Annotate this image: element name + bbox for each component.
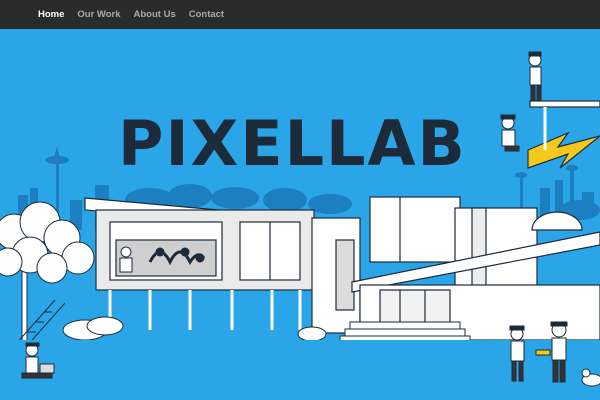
hero-scene-svg: PIXEL LAB [0,29,600,400]
nav-item-contact[interactable]: Contact [189,9,224,20]
logo-lab: LAB [326,107,467,180]
nav-menu: Home Our Work About Us Contact [0,0,600,29]
logo-pixel: PIXEL [118,107,326,180]
hero-illustration: PIXEL LAB [0,29,600,400]
top-navigation-bar: Home Our Work About Us Contact [0,0,600,30]
character-on-platform [528,51,542,101]
page: Home Our Work About Us Contact PIXEL LAB [0,0,600,400]
building-entrance-steps [339,321,471,344]
nav-item-our-work[interactable]: Our Work [77,9,120,20]
nav-item-about-us[interactable]: About Us [134,9,176,20]
ground [0,340,600,400]
pixel-lab-logo: PIXEL LAB [118,107,467,180]
nav-item-home[interactable]: Home [38,9,64,20]
